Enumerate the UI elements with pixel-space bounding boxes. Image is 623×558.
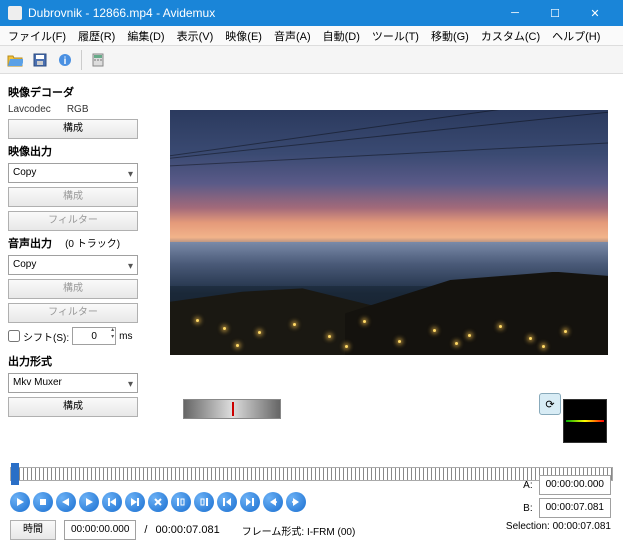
set-b-button[interactable] [194,492,214,512]
close-button[interactable]: ✕ [575,0,615,26]
stop-button[interactable] [33,492,53,512]
video-filter-button[interactable]: フィルター [8,211,138,231]
next-keyframe-button[interactable] [125,492,145,512]
time-current[interactable]: 00:00:00.000 [64,520,136,540]
frame-type: フレーム形式: I-FRM (00) [242,523,356,538]
time-button[interactable]: 時間 [10,520,56,540]
seek-thumb[interactable] [11,463,19,485]
goto-start-button[interactable] [217,492,237,512]
decoder-info: Lavcodec RGB [8,104,152,115]
minimize-button[interactable]: ─ [495,0,535,26]
audio-configure-button[interactable]: 構成 [8,279,138,299]
svg-text:i: i [64,56,67,67]
main-area: 映像デコーダ Lavcodec RGB 構成 映像出力 Copy 構成 フィルタ… [0,74,623,458]
decoder-configure-button[interactable]: 構成 [8,119,138,139]
video-output-label: 映像出力 [8,143,152,159]
delete-button[interactable] [148,492,168,512]
audio-output-label: 音声出力 (0 トラック) [8,235,152,251]
selection-duration: Selection: 00:00:07.081 [431,521,611,532]
loop-button[interactable]: ⟳ [539,393,561,415]
shift-value-input[interactable]: 0 [72,327,116,345]
audio-tracks: (0 トラック) [65,239,120,250]
shift-unit: ms [119,331,132,342]
menu-help[interactable]: ヘルプ(H) [546,26,606,46]
time-separator: / [144,524,147,536]
goto-end-button[interactable] [240,492,260,512]
decoder-section-label: 映像デコーダ [8,84,152,100]
audio-filter-button[interactable]: フィルター [8,303,138,323]
output-format-label: 出力形式 [8,353,152,369]
set-a-button[interactable] [171,492,191,512]
next-frame-button[interactable] [79,492,99,512]
video-configure-button[interactable]: 構成 [8,187,138,207]
menu-video[interactable]: 映像(E) [219,26,268,46]
menubar: ファイル(F) 履歴(R) 編集(D) 表示(V) 映像(E) 音声(A) 自動… [0,26,623,46]
marker-a-label: A: [521,480,533,491]
prev-black-button[interactable] [263,492,283,512]
maximize-button[interactable]: ☐ [535,0,575,26]
left-panel: 映像デコーダ Lavcodec RGB 構成 映像出力 Copy 構成 フィルタ… [0,74,160,458]
menu-recent[interactable]: 履歴(R) [72,26,121,46]
open-button[interactable] [4,49,26,71]
output-format-select[interactable]: Mkv Muxer [8,373,138,393]
menu-file[interactable]: ファイル(F) [2,26,72,46]
bottom-panel: 時間 00:00:00.000 / 00:00:07.081 フレーム形式: I… [0,458,623,544]
prev-keyframe-button[interactable] [102,492,122,512]
toolbar: i [0,46,623,74]
menu-edit[interactable]: 編集(D) [121,26,170,46]
right-cluster: ⟳ A: 00:00:00.000 B: 00:00:07.081 Select… [431,475,611,532]
decoder-codec: Lavcodec [8,104,51,115]
shift-label: シフト(S): [23,329,69,344]
vu-meter [563,399,607,443]
menu-go[interactable]: 移動(G) [425,26,475,46]
decoder-format: RGB [67,104,89,115]
video-preview[interactable] [170,110,608,355]
menu-auto[interactable]: 自動(D) [317,26,366,46]
save-button[interactable] [29,49,51,71]
calculator-button[interactable] [87,49,109,71]
play-button[interactable] [10,492,30,512]
time-total: 00:00:07.081 [155,524,219,536]
video-output-select[interactable]: Copy [8,163,138,183]
marker-a-time: 00:00:00.000 [539,475,611,495]
menu-view[interactable]: 表示(V) [171,26,220,46]
marker-b-time: 00:00:07.081 [539,498,611,518]
marker-b-label: B: [521,503,533,514]
next-black-button[interactable] [286,492,306,512]
format-configure-button[interactable]: 構成 [8,397,138,417]
shift-checkbox[interactable] [8,330,20,342]
jog-wheel[interactable] [183,399,281,419]
app-icon [8,6,22,20]
info-button[interactable]: i [54,49,76,71]
audio-output-select[interactable]: Copy [8,255,138,275]
prev-frame-button[interactable] [56,492,76,512]
titlebar: Dubrovnik - 12866.mp4 - Avidemux ─ ☐ ✕ [0,0,623,26]
menu-tools[interactable]: ツール(T) [366,26,425,46]
window-title: Dubrovnik - 12866.mp4 - Avidemux [28,6,495,20]
menu-audio[interactable]: 音声(A) [268,26,317,46]
menu-custom[interactable]: カスタム(C) [475,26,546,46]
